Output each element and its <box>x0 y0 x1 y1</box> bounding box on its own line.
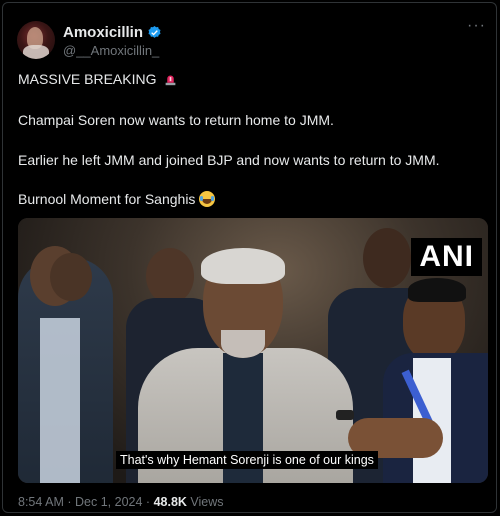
post-tagline: Burnool Moment for Sanghis <box>18 191 196 207</box>
more-options-icon[interactable]: ··· <box>467 17 486 35</box>
post-headline: MASSIVE BREAKING <box>18 71 157 87</box>
post-line-4: Burnool Moment for Sanghis <box>18 191 216 207</box>
footer-separator: · <box>67 495 72 509</box>
ani-watermark: ANI <box>411 238 482 276</box>
microphone <box>336 410 354 420</box>
tweet-card[interactable]: Amoxicillin @__Amoxicillin_ ··· MASSIVE … <box>2 2 497 513</box>
author-name-row: Amoxicillin <box>63 24 162 41</box>
footer-separator-2: · <box>145 495 151 509</box>
crowd-head-2 <box>50 253 92 301</box>
post-line-2: Champai Soren now wants to return home t… <box>18 112 334 128</box>
post-date[interactable]: Dec 1, 2024 <box>75 495 142 509</box>
video-caption: That's why Hemant Sorenji is one of our … <box>116 451 378 469</box>
post-footer: 8:54 AM · Dec 1, 2024 · 48.8K Views <box>18 495 224 509</box>
author-handle[interactable]: @__Amoxicillin_ <box>63 43 159 58</box>
views-count[interactable]: 48.8K <box>154 495 187 509</box>
author-display-name[interactable]: Amoxicillin <box>63 24 143 41</box>
reporter-hair <box>408 278 466 302</box>
crowd-head-3 <box>146 248 194 304</box>
avatar-figure-body <box>23 45 49 59</box>
main-subject-hair <box>201 248 285 284</box>
author-avatar[interactable] <box>17 21 55 59</box>
verified-badge-icon <box>148 25 161 38</box>
tears-of-joy-emoji <box>199 191 216 207</box>
post-media-video[interactable]: ANI That's why Hemant Sorenji is one of … <box>18 218 488 483</box>
post-line-3: Earlier he left JMM and joined BJP and n… <box>18 152 440 168</box>
crowd-head-right <box>363 228 411 288</box>
crowd-person-left-shirt <box>40 318 80 483</box>
post-line-1: MASSIVE BREAKING <box>18 71 177 87</box>
rotating-light-emoji <box>166 75 176 86</box>
post-time[interactable]: 8:54 AM <box>18 495 64 509</box>
views-label: Views <box>190 495 224 509</box>
main-subject-beard <box>221 330 265 358</box>
